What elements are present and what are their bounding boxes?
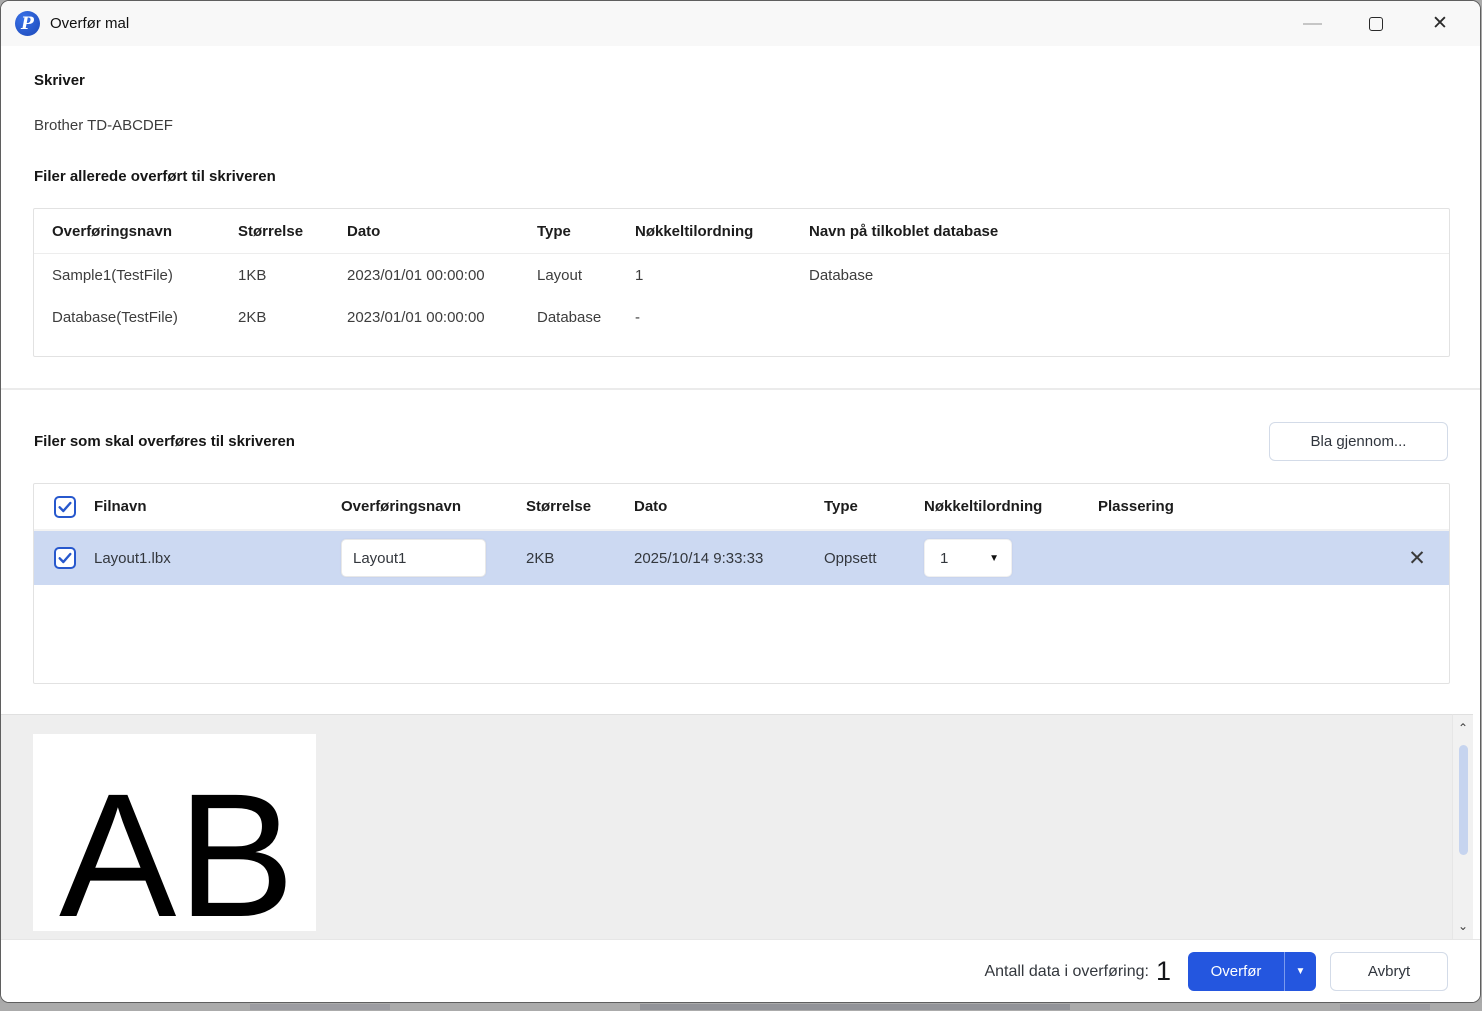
chevron-down-icon: ⌄ (1457, 919, 1469, 933)
close-button[interactable]: ✕ (1408, 1, 1472, 46)
transfer-options-button[interactable]: ▼ (1285, 952, 1316, 991)
transferred-files-table: Overføringsnavn Størrelse Dato Type Nøkk… (33, 208, 1450, 357)
cell-date: 2025/10/14 9:33:33 (634, 549, 764, 567)
chevron-down-icon: ▼ (989, 552, 999, 564)
scroll-up-button[interactable]: ⌃ (1453, 715, 1473, 741)
chevron-up-icon: ⌃ (1457, 721, 1469, 735)
footer-bar: Antall data i overføring: 1 Overfør ▼ Av… (1, 939, 1480, 1002)
maximize-icon (1369, 16, 1383, 31)
column-header-size: Størrelse (526, 498, 592, 515)
minimize-icon (1302, 22, 1322, 25)
transferred-table-header: Overføringsnavn Størrelse Dato Type Nøkk… (34, 209, 1449, 254)
check-icon (58, 552, 72, 564)
section-divider (1, 388, 1480, 390)
cell-transfer-name: Sample1(TestFile) (52, 266, 173, 284)
column-header-transfer-name: Overføringsnavn (341, 498, 462, 515)
table-row[interactable]: Sample1(TestFile) 1KB 2023/01/01 00:00:0… (34, 254, 1449, 296)
transfer-section-title: Filer som skal overføres til skriveren (34, 433, 295, 450)
maximize-button[interactable] (1344, 1, 1408, 46)
cell-transfer-name: Database(TestFile) (52, 308, 178, 326)
cell-size: 2KB (238, 308, 267, 326)
column-header-type: Type (537, 222, 571, 240)
background-window-edge (0, 1003, 1482, 1011)
cell-date: 2023/01/01 00:00:00 (347, 266, 485, 284)
column-header-key: Nøkkeltilordning (635, 222, 754, 240)
preview-label-text: AB (59, 757, 296, 931)
printer-name: Brother TD-ABCDEF (34, 117, 173, 134)
cell-size: 1KB (238, 266, 267, 284)
cell-filename: Layout1.lbx (94, 549, 171, 567)
close-icon: ✕ (1432, 13, 1448, 34)
check-icon (58, 501, 72, 512)
title-bar: P Overfør mal ✕ (1, 1, 1480, 46)
select-all-checkbox[interactable] (54, 495, 76, 518)
cell-key: 1 (635, 266, 644, 284)
key-assign-dropdown[interactable]: 1 ▼ (924, 539, 1012, 577)
column-header-key: Nøkkeltilordning (924, 498, 1043, 515)
transfer-table-header: Filnavn Overføringsnavn Størrelse Dato T… (34, 484, 1449, 531)
transfer-template-dialog: P Overfør mal ✕ Skriver Brother TD-ABCDE… (0, 0, 1481, 1003)
preview-panel: AB (1, 714, 1452, 939)
printer-label: Skriver (34, 72, 85, 89)
transfer-name-input[interactable] (341, 539, 486, 577)
column-header-database: Navn på tilkoblet database (809, 222, 999, 240)
column-header-placement: Plassering (1098, 498, 1174, 515)
column-header-date: Dato (347, 222, 381, 240)
cell-size: 2KB (526, 549, 555, 567)
column-header-date: Dato (634, 498, 668, 515)
cell-date: 2023/01/01 00:00:00 (347, 308, 485, 326)
column-header-name: Overføringsnavn (52, 222, 173, 240)
browse-button[interactable]: Bla gjennom... (1269, 422, 1448, 461)
transfer-button[interactable]: Overfør (1188, 952, 1284, 991)
column-header-filename: Filnavn (94, 498, 147, 515)
table-row[interactable]: Layout1.lbx 2KB 2025/10/14 9:33:33 Oppse… (34, 531, 1449, 585)
table-row[interactable]: Database(TestFile) 2KB 2023/01/01 00:00:… (34, 296, 1449, 338)
remove-file-button[interactable]: ✕ (1408, 546, 1426, 571)
cell-type: Oppsett (824, 549, 877, 567)
scroll-down-button[interactable]: ⌄ (1453, 913, 1473, 939)
column-header-size: Størrelse (238, 222, 304, 240)
cell-type: Layout (537, 266, 583, 284)
transfer-count-value: 1 (1155, 956, 1171, 986)
transfer-count-label: Antall data i overføring: (984, 962, 1149, 980)
window-controls: ✕ (1280, 1, 1480, 46)
chevron-down-icon: ▼ (1295, 966, 1306, 977)
cell-key: - (635, 308, 640, 326)
scrollbar-thumb[interactable] (1458, 745, 1468, 855)
column-header-type: Type (824, 498, 858, 515)
cell-database: Database (809, 266, 874, 284)
template-preview-thumbnail: AB (33, 734, 316, 931)
cancel-button[interactable]: Avbryt (1330, 952, 1448, 991)
transfer-files-table: Filnavn Overføringsnavn Størrelse Dato T… (33, 483, 1450, 684)
preview-scrollbar[interactable]: ⌃ ⌄ (1452, 714, 1473, 939)
minimize-button[interactable] (1280, 1, 1344, 46)
row-checkbox[interactable] (54, 547, 76, 569)
dropdown-selected-value: 1 (940, 549, 949, 567)
cell-type: Database (537, 308, 602, 326)
transferred-section-title: Filer allerede overført til skriveren (34, 168, 276, 185)
transfer-split-button: Overfør ▼ (1188, 952, 1316, 991)
ptouch-app-icon: P (15, 11, 40, 36)
window-title: Overfør mal (50, 15, 130, 32)
